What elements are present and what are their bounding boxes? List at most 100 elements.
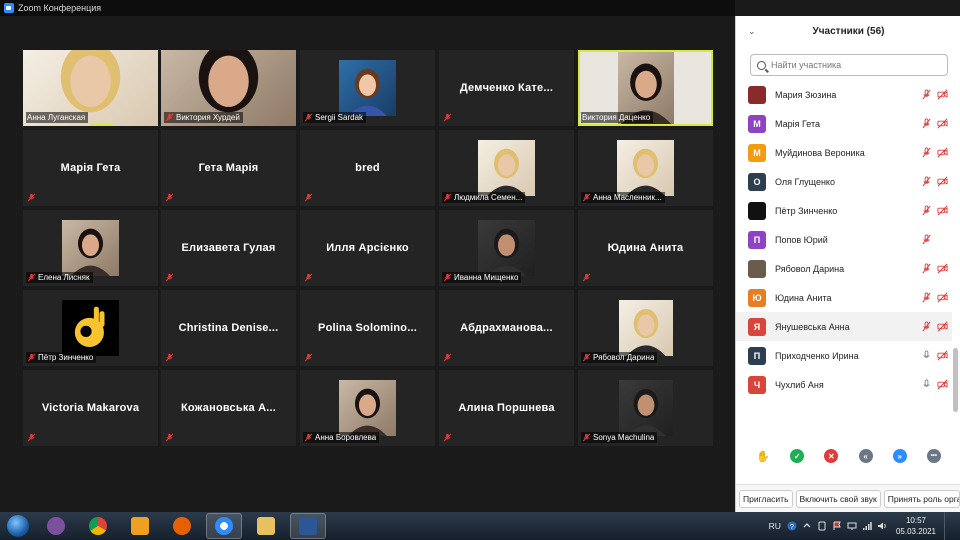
mic-icon[interactable] [921,350,932,361]
video-tile[interactable]: Polina Solomino... [300,290,435,366]
volume-icon[interactable] [877,521,887,531]
participant-list-scrollbar[interactable] [953,80,958,420]
video-tile[interactable]: Christina Denise... [161,290,296,366]
tray-chevron-icon[interactable] [802,521,812,531]
participant-row[interactable]: Мария Зюзина [736,80,952,109]
start-button[interactable] [4,512,32,540]
video-tile[interactable]: Виктория Хурдей [161,50,296,126]
video-tile[interactable]: Елизавета Гулая [161,210,296,286]
participant-row[interactable]: Ч Чухлиб Аня [736,370,952,399]
video-tile[interactable]: Рябовол Дарина [578,290,713,366]
mic-muted-icon[interactable] [921,118,932,129]
mic-muted-icon[interactable] [921,263,932,274]
more-icon[interactable]: ••• [926,449,941,463]
video-tile[interactable]: Демченко Кате... [439,50,574,126]
network-icon[interactable] [862,521,872,531]
no-icon[interactable]: ✕ [824,449,839,463]
avatar: М [748,143,766,162]
video-tile[interactable]: Алина Поршнева [439,370,574,446]
video-tile[interactable]: Анна Боровлева [300,370,435,446]
participant-row[interactable]: Пётр Зинченко [736,196,952,225]
video-off-icon[interactable] [937,263,948,274]
video-tile[interactable]: Елена Лисняк [23,210,158,286]
participant-status-icons [921,147,948,158]
video-off-icon[interactable] [937,176,948,187]
mic-muted-icon[interactable] [921,234,932,245]
claim-host-button[interactable]: Принять роль организатора [883,489,960,508]
mic-muted-icon[interactable] [921,89,932,100]
device-icon[interactable] [817,521,827,531]
invite-button[interactable]: Пригласить [739,489,793,508]
participant-row[interactable]: П Попов Юрий [736,225,952,254]
participant-row[interactable]: П Приходченко Ирина [736,341,952,370]
tile-name-label: Виктория Даценко [581,112,654,123]
video-tile[interactable]: Анна Луганская [23,50,158,126]
taskbar-app[interactable] [248,513,284,539]
video-off-icon[interactable] [937,205,948,216]
taskbar-app[interactable] [80,513,116,539]
video-tile[interactable]: Victoria Makarova [23,370,158,446]
participants-title: Участники (56) [812,25,885,37]
video-tile[interactable]: Марія Гета [23,130,158,206]
yes-icon[interactable]: ✓ [790,449,805,463]
participant-row[interactable]: М Муйдинова Вероника [736,138,952,167]
action-center-flag-icon[interactable] [832,521,842,531]
video-off-icon[interactable] [937,147,948,158]
video-tile[interactable]: Sergii Sardak [300,50,435,126]
video-tile[interactable]: Илля Арсієнко [300,210,435,286]
video-off-icon[interactable] [937,292,948,303]
participant-row[interactable]: М Марія Гета [736,109,952,138]
video-tile[interactable]: Абдрахманова... [439,290,574,366]
show-desktop-button[interactable] [944,512,952,540]
help-icon[interactable]: ? [787,521,797,531]
participant-row[interactable]: Ю Юдина Анита [736,283,952,312]
video-tile[interactable]: Sonya Machulina [578,370,713,446]
faster-icon[interactable]: » [892,449,907,463]
display-icon[interactable] [847,521,857,531]
participant-search[interactable] [750,54,948,76]
mic-muted-icon[interactable] [921,292,932,303]
scrollbar-thumb[interactable] [953,348,958,412]
participant-name: Чухлиб Аня [775,379,824,390]
participant-row[interactable]: Рябовол Дарина [736,254,952,283]
video-tile[interactable]: bred [300,130,435,206]
video-tile[interactable]: Пётр Зинченко [23,290,158,366]
raise-hand-icon[interactable]: ✋ [756,449,770,463]
taskbar-app[interactable] [164,513,200,539]
media-player-icon [131,517,149,535]
participant-row[interactable]: О Оля Глущенко [736,167,952,196]
participant-search-input[interactable] [771,60,941,70]
participant-row[interactable]: Я Янушевська Анна [736,312,952,341]
video-off-icon[interactable] [937,118,948,129]
video-off-icon[interactable] [937,89,948,100]
avatar: Ю [748,288,766,307]
mic-icon[interactable] [921,379,932,390]
video-tile[interactable]: Гета Марія [161,130,296,206]
taskbar-app[interactable] [206,513,242,539]
video-tile[interactable]: Иванна Мищенко [439,210,574,286]
video-off-icon[interactable] [937,321,948,332]
mic-muted-icon[interactable] [921,176,932,187]
mic-muted-icon[interactable] [921,205,932,216]
tile-name-label: Анна Масленник... [581,192,665,203]
taskbar-app[interactable] [290,513,326,539]
video-tile[interactable]: Людмила Семен... [439,130,574,206]
video-tile[interactable]: Юдина Анита [578,210,713,286]
slower-icon[interactable]: « [858,449,873,463]
taskbar-app[interactable] [122,513,158,539]
video-tile[interactable]: Виктория Даценко [578,50,713,126]
unmute-self-button[interactable]: Включить свой звук [795,489,881,508]
collapse-chevron-icon[interactable]: ⌄ [748,26,756,37]
mic-muted-icon[interactable] [921,147,932,158]
video-off-icon[interactable] [937,350,948,361]
language-indicator[interactable]: RU [769,521,781,531]
video-tile[interactable]: Кожановська А... [161,370,296,446]
mic-muted-icon[interactable] [921,321,932,332]
video-tile[interactable]: Анна Масленник... [578,130,713,206]
video-off-icon[interactable] [937,379,948,390]
taskbar-app[interactable] [38,513,74,539]
participant-photo [339,60,396,116]
clock[interactable]: 10:57 05.03.2021 [896,515,936,537]
chrome-icon [89,517,107,535]
participants-header: ⌄ Участники (56) [736,16,960,46]
